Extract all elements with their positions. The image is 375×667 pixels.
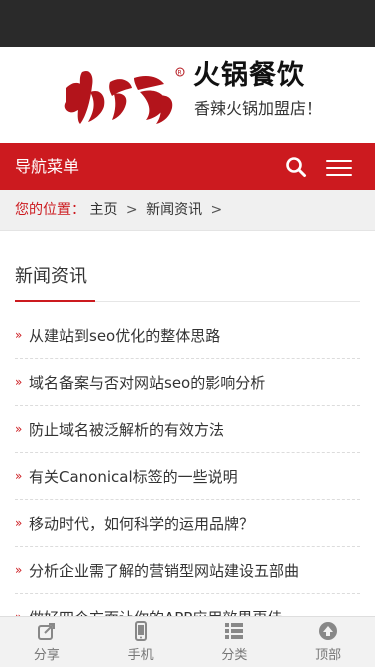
- tab-label: 手机: [127, 648, 154, 663]
- news-title[interactable]: 从建站到seo优化的整体思路: [29, 325, 220, 346]
- bullet-icon: »: [15, 563, 23, 577]
- bullet-icon: »: [15, 516, 23, 530]
- news-item[interactable]: » 域名备案与否对网站seo的影响分析: [15, 359, 360, 406]
- menu-line: [326, 167, 352, 169]
- section-title-accent: [15, 300, 95, 302]
- tab-label: 分类: [221, 648, 248, 663]
- breadcrumb-home[interactable]: 主页: [89, 202, 117, 218]
- bullet-icon: »: [15, 375, 23, 389]
- news-item[interactable]: » 移动时代，如何科学的运用品牌？: [15, 500, 360, 547]
- tab-label: 顶部: [315, 648, 342, 663]
- tab-category[interactable]: 分类: [188, 617, 282, 667]
- news-title[interactable]: 域名备案与否对网站seo的影响分析: [29, 372, 265, 393]
- share-icon: [37, 623, 55, 640]
- breadcrumb-label: 您的位置：: [15, 202, 85, 218]
- breadcrumb: 您的位置： 主页 > 新闻资讯 >: [0, 190, 375, 231]
- tab-top[interactable]: 顶部: [281, 617, 375, 667]
- news-item[interactable]: » 有关Canonical标签的一些说明: [15, 453, 360, 500]
- tab-mobile[interactable]: 手机: [94, 617, 188, 667]
- category-icon: [225, 623, 244, 639]
- menu-line: [326, 174, 352, 176]
- menu-line: [326, 160, 352, 162]
- tab-share[interactable]: 分享: [0, 617, 94, 667]
- news-item[interactable]: » 分析企业需了解的营销型网站建设五部曲: [15, 547, 360, 594]
- brand-name: 火锅餐饮: [193, 60, 305, 91]
- logo-icon[interactable]: R: [60, 62, 190, 128]
- breadcrumb-news[interactable]: 新闻资讯: [146, 202, 202, 218]
- back-to-top-icon: [319, 622, 338, 640]
- news-title[interactable]: 分析企业需了解的营销型网站建设五部曲: [29, 560, 299, 581]
- brand-header: R 火锅餐饮 香辣火锅加盟店！: [0, 47, 375, 143]
- bullet-icon: »: [15, 422, 23, 436]
- navbar: 导航菜单: [0, 143, 375, 190]
- news-list: » 从建站到seo优化的整体思路 » 域名备案与否对网站seo的影响分析 » 防止域名…: [15, 312, 360, 641]
- svg-text:R: R: [178, 70, 182, 77]
- breadcrumb-separator: >: [210, 202, 223, 218]
- news-item[interactable]: » 从建站到seo优化的整体思路: [15, 312, 360, 359]
- news-title[interactable]: 有关Canonical标签的一些说明: [29, 466, 238, 487]
- tab-label: 分享: [33, 648, 60, 663]
- bottom-tab-bar: 分享 手机 分类 顶部: [0, 616, 375, 667]
- breadcrumb-separator: >: [125, 202, 138, 218]
- hamburger-menu-icon[interactable]: [326, 155, 352, 179]
- bullet-icon: »: [15, 328, 23, 342]
- status-bar: [0, 0, 375, 47]
- mobile-icon: [134, 621, 147, 641]
- news-title[interactable]: 移动时代，如何科学的运用品牌？: [29, 513, 254, 534]
- search-icon[interactable]: [285, 156, 307, 178]
- nav-menu-title[interactable]: 导航菜单: [15, 157, 79, 177]
- news-title[interactable]: 防止域名被泛解析的有效方法: [29, 419, 224, 440]
- section-title: 新闻资讯: [15, 266, 87, 287]
- brand-slogan: 香辣火锅加盟店！: [194, 99, 323, 118]
- bullet-icon: »: [15, 469, 23, 483]
- news-item[interactable]: » 防止域名被泛解析的有效方法: [15, 406, 360, 453]
